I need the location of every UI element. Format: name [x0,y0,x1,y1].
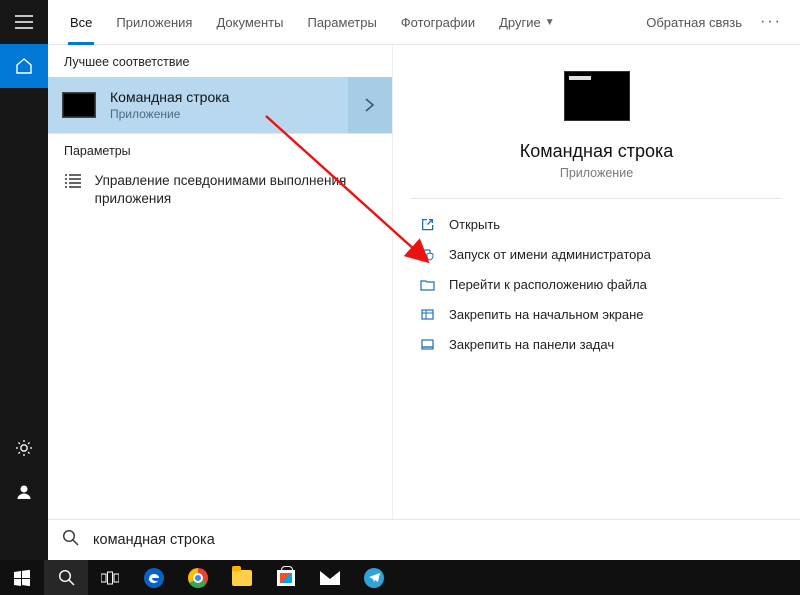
tab-all-label: Все [70,15,92,30]
tab-other-label: Другие [499,15,541,30]
menu-button[interactable] [0,0,48,44]
windows-search-panel: Все Приложения Документы Параметры Фотог… [0,0,800,595]
telegram-icon [364,568,384,588]
settings-button[interactable] [0,426,48,470]
results-column: Лучшее соответствие Командная строка При… [48,45,393,519]
action-file-location-label: Перейти к расположению файла [449,277,647,292]
feedback-link[interactable]: Обратная связь [636,15,752,30]
action-admin-label: Запуск от имени администратора [449,247,651,262]
action-pin-start[interactable]: Закрепить на начальном экране [411,299,782,329]
action-open-file-location[interactable]: Перейти к расположению файла [411,269,782,299]
hamburger-icon [15,15,33,29]
action-pin-taskbar[interactable]: Закрепить на панели задач [411,329,782,359]
tab-settings[interactable]: Параметры [295,0,388,45]
account-button[interactable] [0,470,48,514]
mail-icon [320,571,340,585]
settings-section-header: Параметры [48,133,392,164]
open-icon [415,217,439,232]
detail-title: Командная строка [411,141,782,162]
cmd-thumbnail-icon [62,92,96,118]
action-pin-start-label: Закрепить на начальном экране [449,307,644,322]
tab-settings-label: Параметры [307,15,376,30]
action-run-as-admin[interactable]: Запуск от имени администратора [411,239,782,269]
start-button[interactable] [0,560,44,595]
settings-result-item[interactable]: Управление псевдонимами выполнения прило… [48,164,392,216]
best-match-item[interactable]: Командная строка Приложение [48,77,392,133]
left-sidebar [0,0,48,560]
expand-arrow-button[interactable] [348,77,392,133]
tab-apps[interactable]: Приложения [104,0,204,45]
pin-start-icon [415,307,439,322]
pin-taskbar-icon [415,337,439,352]
chrome-button[interactable] [176,560,220,595]
best-match-subtitle: Приложение [110,107,229,121]
detail-column: Командная строка Приложение Открыть Запу… [393,45,800,519]
edge-button[interactable] [132,560,176,595]
detail-subtitle: Приложение [411,166,782,180]
arrow-right-icon [362,97,378,113]
taskbar [0,560,800,595]
search-bar[interactable] [48,519,800,560]
folder-icon [232,570,252,586]
cmd-large-thumbnail-icon [564,71,630,121]
admin-shield-icon [415,247,439,262]
tab-all[interactable]: Все [58,0,104,45]
divider [411,198,782,199]
action-open-label: Открыть [449,217,500,232]
tab-apps-label: Приложения [116,15,192,30]
edge-icon [144,568,164,588]
telegram-button[interactable] [352,560,396,595]
store-icon [277,570,295,586]
search-icon [58,569,75,586]
search-tabstrip: Все Приложения Документы Параметры Фотог… [48,0,800,45]
action-open[interactable]: Открыть [411,209,782,239]
store-button[interactable] [264,560,308,595]
taskbar-search-button[interactable] [44,560,88,595]
explorer-button[interactable] [220,560,264,595]
home-button[interactable] [0,44,48,88]
windows-icon [14,570,30,586]
tab-docs-label: Документы [216,15,283,30]
home-icon [15,57,33,75]
search-icon [62,529,79,551]
person-icon [15,483,33,501]
tab-photos[interactable]: Фотографии [389,0,487,45]
list-icon [64,174,83,188]
taskview-icon [101,571,119,585]
feedback-label: Обратная связь [646,15,742,30]
settings-result-label: Управление псевдонимами выполнения прило… [95,172,376,208]
task-view-button[interactable] [88,560,132,595]
gear-icon [15,439,33,457]
best-match-title: Командная строка [110,89,229,105]
best-match-header: Лучшее соответствие [48,45,392,77]
action-pin-taskbar-label: Закрепить на панели задач [449,337,614,352]
folder-location-icon [415,277,439,292]
chevron-down-icon: ▼ [545,17,555,28]
tab-photos-label: Фотографии [401,15,475,30]
mail-button[interactable] [308,560,352,595]
chrome-icon [188,568,208,588]
search-input[interactable] [93,532,786,548]
tab-documents[interactable]: Документы [204,0,295,45]
more-menu-button[interactable]: ··· [752,13,790,31]
tab-other[interactable]: Другие ▼ [487,0,567,45]
results-area: Лучшее соответствие Командная строка При… [48,45,800,519]
